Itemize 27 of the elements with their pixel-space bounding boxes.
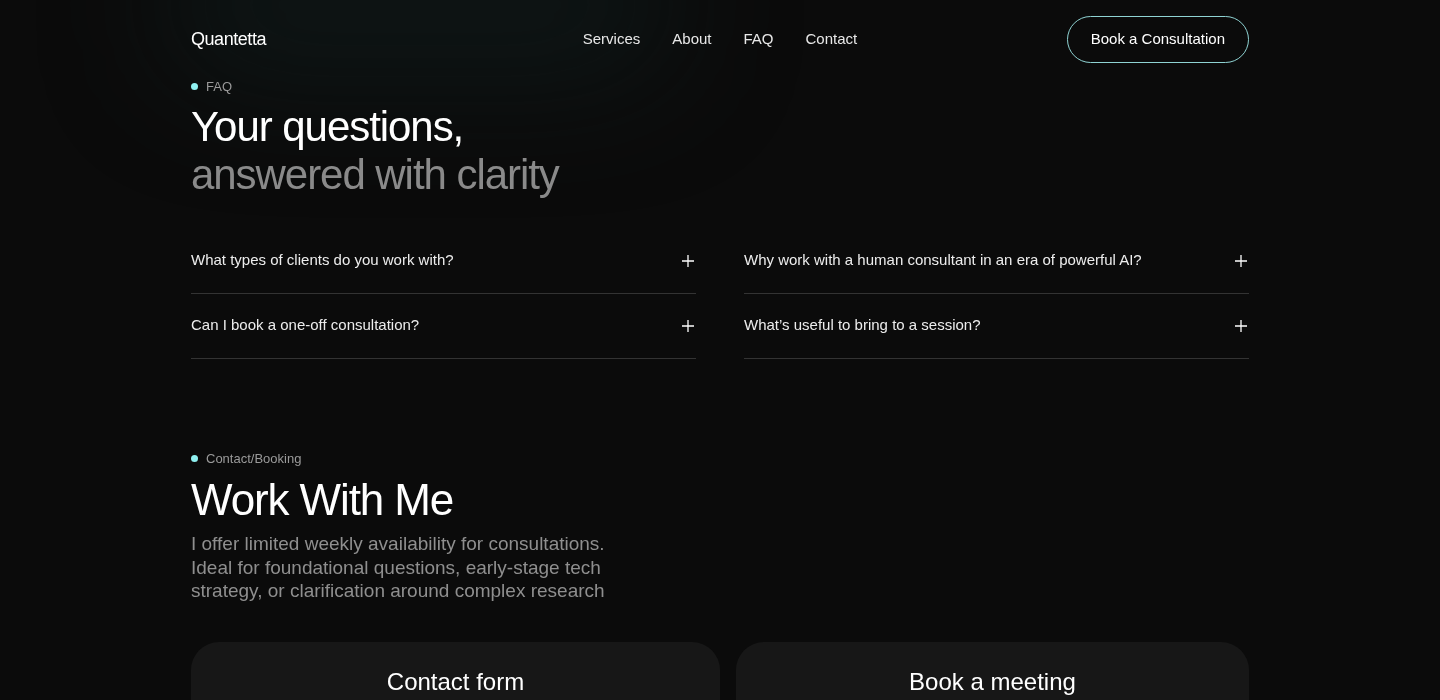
description-text: I offer limited weekly availability for consultations. Ideal for foundational questions, early-stage tech strategy, or clarification around complex research — [191, 532, 606, 603]
nav-link[interactable]: About — [672, 27, 712, 51]
faq-item[interactable]: What types of clients do you work with? — [191, 228, 696, 294]
bullet-icon — [191, 454, 198, 462]
faq-item[interactable]: Can I book a one-off consultation? — [191, 293, 696, 359]
section-subheading: answered with clarity — [191, 150, 561, 199]
plus-icon[interactable] — [1234, 318, 1248, 333]
plus-icon[interactable] — [681, 253, 695, 268]
faq-question: Can I book a one-off consultation? — [191, 315, 420, 336]
section-heading: Work With Me — [191, 474, 455, 526]
section-heading: Your questions, — [191, 102, 465, 151]
faq-item[interactable]: Why work with a human consultant in an era of powerful AI? — [744, 228, 1249, 294]
faq-item[interactable]: What’s useful to bring to a session? — [744, 293, 1249, 359]
plus-icon[interactable] — [1234, 253, 1248, 268]
nav-link[interactable]: FAQ — [743, 27, 774, 51]
section-label: FAQ — [206, 78, 232, 96]
logo-wordmark[interactable]: Quantetta — [191, 25, 391, 53]
plus-icon[interactable] — [681, 318, 695, 333]
nav-link[interactable]: Services — [582, 27, 641, 51]
faq-question: What types of clients do you work with? — [191, 250, 454, 271]
bullet-icon — [191, 83, 198, 91]
card-title: Book a meeting — [909, 667, 1076, 696]
faq-question: What’s useful to bring to a session? — [744, 315, 981, 336]
section-label: Contact/Booking — [206, 449, 302, 468]
card-title: Contact form — [386, 667, 525, 696]
faq-question: Why work with a human consultant in an era of powerful AI? — [744, 250, 1142, 271]
nav-link[interactable]: Contact — [805, 27, 858, 51]
